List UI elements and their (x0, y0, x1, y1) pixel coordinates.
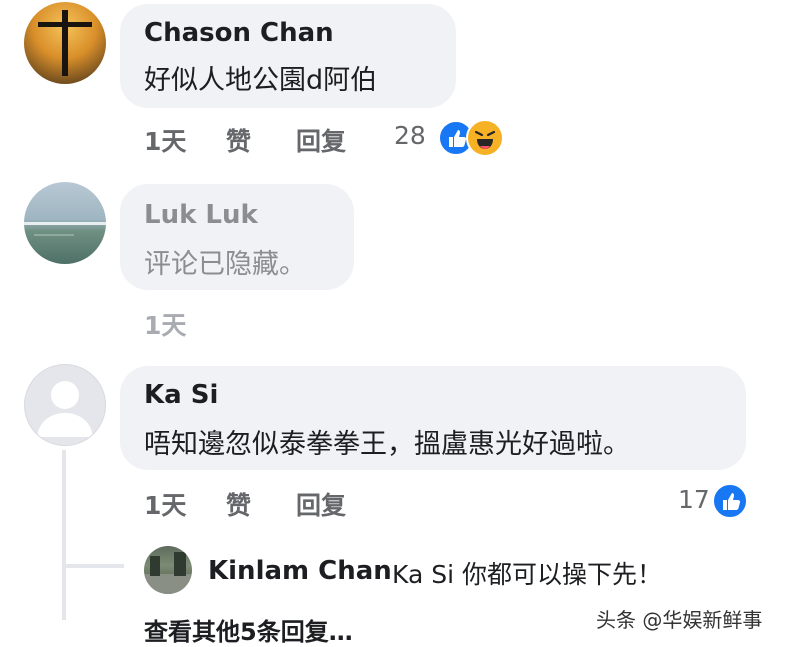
haha-icon[interactable] (466, 119, 504, 157)
comment-author[interactable]: Ka Si (144, 380, 218, 410)
reply-avatar[interactable] (144, 546, 192, 594)
thread-line-branch (62, 564, 124, 568)
avatar-default[interactable] (24, 364, 106, 446)
avatar[interactable] (24, 2, 106, 84)
street-image (144, 552, 192, 594)
reaction-count[interactable]: 17 (678, 485, 710, 514)
thread-line-vertical (62, 450, 66, 620)
comment-text: 好似人地公園d阿伯 (144, 65, 378, 96)
like-button[interactable]: 赞 (226, 486, 251, 522)
comment-author[interactable]: Chason Chan (144, 18, 334, 48)
reaction-count[interactable]: 28 (394, 121, 426, 150)
landscape-image (24, 222, 106, 236)
comment-author[interactable]: Luk Luk (144, 200, 258, 230)
watermark: 头条 @华娱新鲜事 (596, 608, 763, 632)
crucifix-image (38, 10, 92, 76)
reply-author[interactable]: Kinlam Chan (208, 556, 392, 586)
reply-button[interactable]: 回复 (296, 122, 346, 158)
avatar[interactable] (24, 182, 106, 264)
comment-time[interactable]: 1天 (144, 306, 186, 342)
reply-button[interactable]: 回复 (296, 486, 346, 522)
like-icon[interactable] (712, 483, 748, 519)
comment-text: 唔知邊忽似泰拳拳王，搵盧惠光好過啦。 (144, 429, 630, 460)
reply-text: Ka Si 你都可以操下先！ (392, 560, 662, 589)
comment-time[interactable]: 1天 (144, 122, 186, 158)
comment-time[interactable]: 1天 (144, 486, 186, 522)
view-more-replies-link[interactable]: 查看其他5条回复… (144, 612, 353, 647)
like-button[interactable]: 赞 (226, 122, 251, 158)
user-silhouette-icon (37, 381, 93, 437)
comment-text-hidden: 评论已隐藏。 (144, 249, 306, 280)
